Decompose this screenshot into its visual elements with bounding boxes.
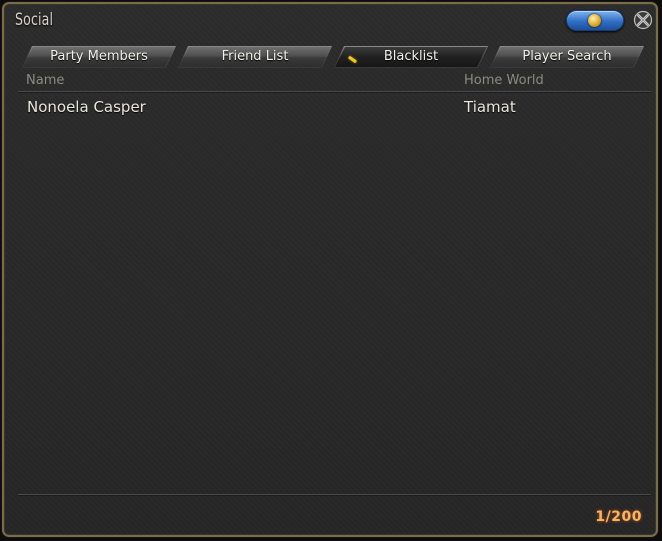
- tab-label: Blacklist: [383, 49, 439, 64]
- active-tab-marker-icon: [348, 56, 357, 64]
- tab-label: Party Members: [50, 49, 148, 64]
- close-icon: [633, 10, 653, 30]
- header-divider: [18, 91, 651, 92]
- table-row[interactable]: Nonoela Casper Tiamat: [18, 95, 651, 119]
- blacklist-count: 1/200: [595, 509, 642, 525]
- tab-friend-list[interactable]: Friend List: [178, 46, 332, 68]
- tab-player-search[interactable]: Player Search: [490, 46, 644, 68]
- help-icon: [588, 14, 601, 27]
- column-header-name[interactable]: Name: [26, 73, 64, 88]
- tab-label: Friend List: [221, 49, 289, 64]
- tab-label: Player Search: [522, 49, 612, 64]
- tab-party-members[interactable]: Party Members: [22, 46, 176, 68]
- footer-divider: [18, 494, 651, 495]
- window-title: Social: [15, 10, 54, 30]
- column-header-home-world[interactable]: Home World: [464, 73, 544, 88]
- player-name: Nonoela Casper: [27, 98, 146, 116]
- tab-blacklist[interactable]: Blacklist: [334, 46, 488, 68]
- social-window: Social Party Members Friend List Blackli…: [2, 2, 658, 537]
- close-button[interactable]: [633, 10, 653, 30]
- tab-bar: Party Members Friend List Blacklist Play…: [22, 46, 648, 68]
- help-button[interactable]: [566, 10, 624, 31]
- player-home-world: Tiamat: [464, 98, 516, 116]
